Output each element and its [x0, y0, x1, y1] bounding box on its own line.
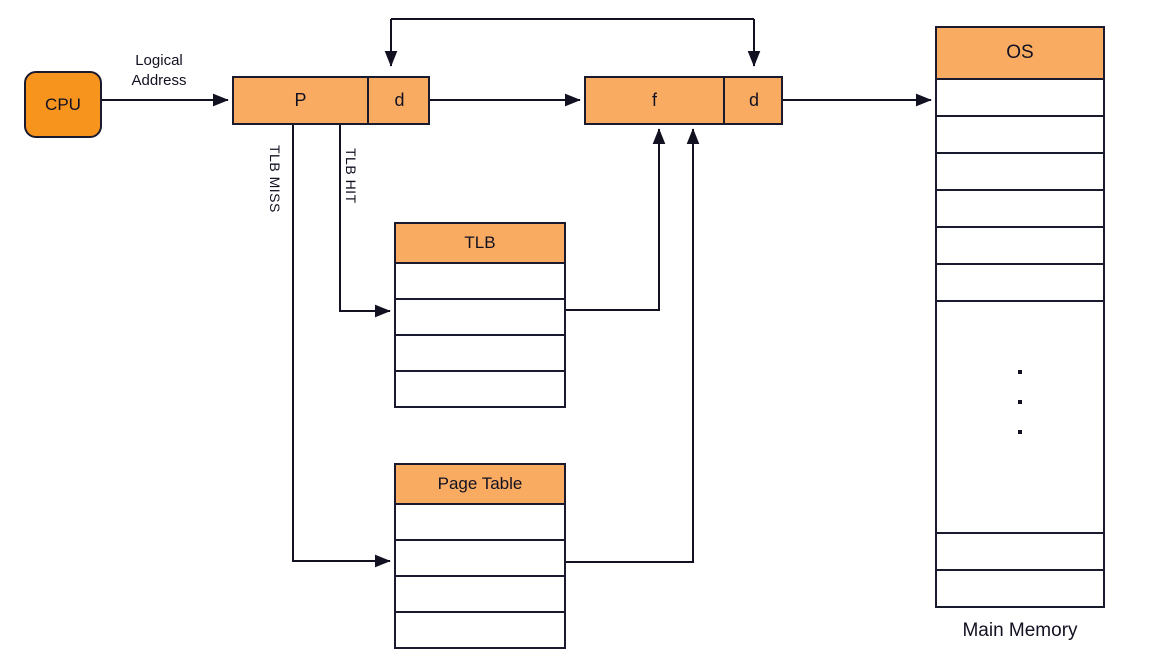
main-memory-frame-row [937, 117, 1103, 154]
ellipsis-dot [1018, 370, 1022, 374]
logical-address-page-field: P [294, 90, 307, 110]
ellipsis-dot [1018, 430, 1022, 434]
tlb-row [396, 336, 564, 372]
main-memory-frame-row [937, 80, 1103, 117]
wire-tlb-miss [292, 125, 391, 568]
main-memory-frame-row [937, 191, 1103, 228]
page-table-row [396, 505, 564, 541]
logical-address-wire-label: Logical Address [131, 52, 187, 90]
physical-address-offset-field: d [723, 78, 783, 123]
ellipsis-dot [1018, 400, 1022, 404]
page-table-block[interactable]: Page Table [394, 463, 566, 649]
main-memory-frame-row [937, 571, 1103, 606]
main-memory-os-header: OS [937, 28, 1103, 80]
tlb-block[interactable]: TLB [394, 222, 566, 408]
tlb-miss-label: TLB MISS [267, 145, 283, 213]
wire-tlb-to-frame [566, 128, 666, 311]
main-memory-ellipsis-region [937, 302, 1103, 534]
physical-address-frame-field: f [651, 90, 657, 110]
diagram-canvas: CPU Logical Address P d f d TLB MISS TLB… [0, 0, 1151, 662]
logical-address-offset-field: d [367, 78, 430, 123]
page-table-row [396, 541, 564, 577]
page-table-row [396, 577, 564, 613]
physical-address-block[interactable]: f d [584, 76, 783, 125]
logical-address-block[interactable]: P d [232, 76, 430, 125]
main-memory-frame-row [937, 534, 1103, 571]
cpu-label: CPU [45, 94, 81, 114]
tlb-header: TLB [396, 224, 564, 264]
main-memory-frame-row [937, 154, 1103, 191]
tlb-hit-label: TLB HIT [343, 148, 359, 204]
main-memory-frame-row [937, 228, 1103, 265]
cpu-block[interactable]: CPU [24, 71, 102, 138]
main-memory-caption: Main Memory [962, 620, 1078, 641]
wire-pagetable-to-frame [566, 128, 700, 563]
main-memory-frame-row [937, 265, 1103, 302]
page-table-row [396, 613, 564, 647]
vertical-ellipsis-icon [937, 370, 1103, 434]
tlb-row [396, 372, 564, 406]
tlb-row [396, 300, 564, 336]
page-table-header: Page Table [396, 465, 564, 505]
tlb-row [396, 264, 564, 300]
main-memory-block[interactable]: OS [935, 26, 1105, 608]
